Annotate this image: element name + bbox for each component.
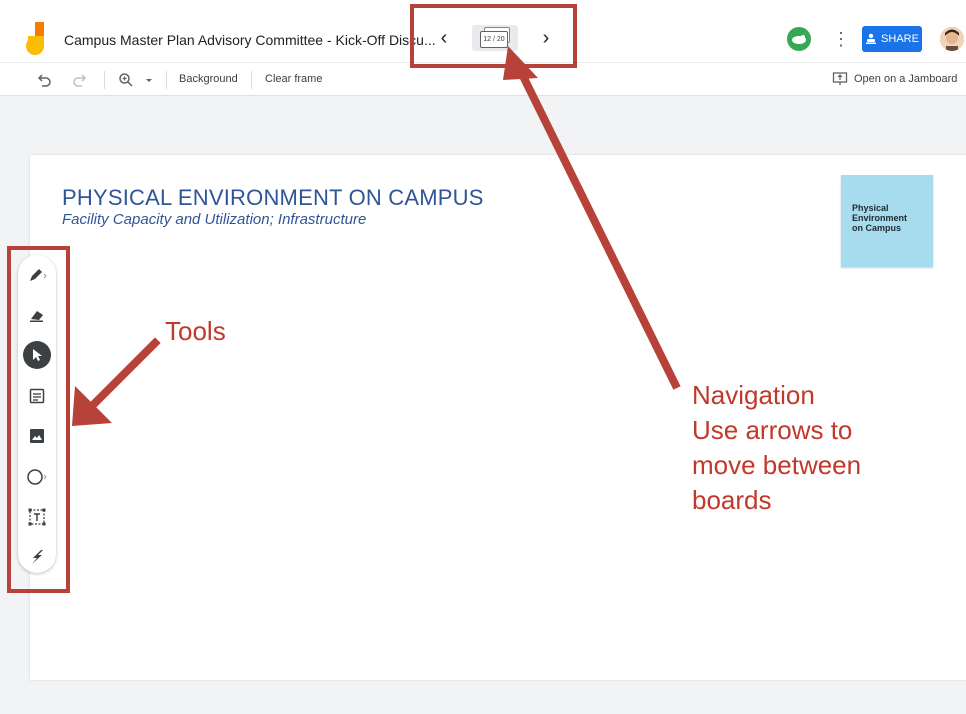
navigation-annotation-line: boards: [692, 485, 772, 515]
navigation-highlight-box: [410, 4, 577, 68]
open-on-jamboard-label: Open on a Jamboard: [854, 73, 958, 85]
user-avatar[interactable]: [940, 27, 964, 51]
sticky-note-line: Physical: [852, 203, 889, 213]
share-button[interactable]: SHARE: [862, 26, 922, 52]
navigation-annotation-line: Navigation: [692, 380, 815, 410]
background-button[interactable]: Background: [179, 73, 238, 85]
slide-title: PHYSICAL ENVIRONMENT ON CAMPUS: [62, 185, 484, 210]
user-photo-icon: [940, 27, 964, 51]
sticky-note-line: Environment: [852, 213, 908, 223]
navigation-annotation-line: Use arrows to: [692, 415, 853, 445]
collaborator-avatar[interactable]: [787, 27, 811, 51]
person-icon: [866, 33, 877, 44]
document-title[interactable]: Campus Master Plan Advisory Committee - …: [64, 32, 436, 48]
sticky-note[interactable]: Physical Environment on Campus: [841, 175, 933, 267]
redo-icon[interactable]: [72, 72, 88, 88]
more-options-icon[interactable]: ⋮: [832, 28, 850, 50]
share-label: SHARE: [881, 33, 919, 45]
present-to-device-icon: [832, 72, 848, 85]
zoom-in-icon[interactable]: [118, 72, 134, 88]
slide-subtitle: Facility Capacity and Utilization; Infra…: [62, 211, 367, 228]
navigation-annotation: Navigation Use arrows to move between bo…: [692, 378, 861, 518]
clear-frame-button[interactable]: Clear frame: [265, 73, 322, 85]
zoom-dropdown-icon[interactable]: [144, 72, 154, 88]
open-on-jamboard-button[interactable]: Open on a Jamboard: [832, 71, 957, 87]
jamboard-logo-icon[interactable]: [26, 22, 50, 56]
toolbar-divider: [166, 71, 167, 89]
toolbar-divider: [104, 71, 105, 89]
undo-icon[interactable]: [36, 72, 52, 88]
tools-annotation-label: Tools: [165, 316, 226, 346]
collaborator-animal-icon: [792, 35, 806, 44]
sticky-note-line: on Campus: [852, 223, 902, 233]
tools-highlight-box: [7, 246, 70, 593]
navigation-annotation-line: move between: [692, 450, 862, 480]
toolbar-divider: [251, 71, 252, 89]
